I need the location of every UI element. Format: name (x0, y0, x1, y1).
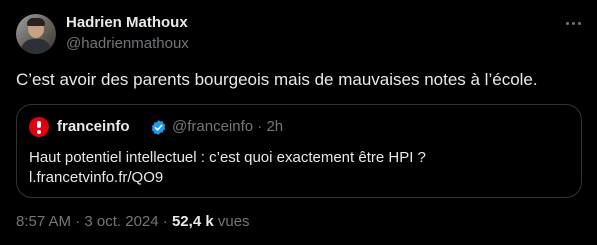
verified-badge-icon (151, 120, 166, 135)
quoted-text: Haut potentiel intellectuel : c’est quoi… (29, 149, 426, 166)
footer-separator: · (162, 213, 168, 230)
tweet-text: C’est avoir des parents bourgeois mais d… (16, 70, 538, 89)
author-handle[interactable]: @hadrienmathoux (66, 35, 189, 53)
quoted-meta: @franceinfo · 2h (172, 118, 283, 136)
footer-separator: · (75, 213, 81, 230)
exclamation-icon (37, 121, 41, 134)
more-dot (571, 21, 575, 25)
avatar[interactable] (16, 14, 56, 54)
tweet-time[interactable]: 8:57 AM (16, 213, 71, 230)
tweet: Hadrien Mathoux @hadrienmathoux C’est av… (0, 0, 597, 245)
more-dot (565, 21, 569, 25)
meta-separator: · (257, 118, 263, 135)
more-icon[interactable] (562, 12, 584, 34)
tweet-footer: 8:57 AM · 3 oct. 2024 · 52,4 k vues (16, 213, 250, 231)
views-label: vues (217, 213, 250, 230)
author-name[interactable]: Hadrien Mathoux (66, 14, 188, 32)
quoted-time[interactable]: 2h (266, 118, 283, 135)
franceinfo-logo-icon (29, 117, 49, 137)
quoted-handle[interactable]: @franceinfo (172, 118, 253, 135)
views-count[interactable]: 52,4 k (172, 213, 214, 230)
avatar-hair (27, 18, 45, 26)
quoted-link[interactable]: l.francetvinfo.fr/QO9 (29, 168, 163, 188)
quoted-author-name[interactable]: franceinfo (57, 118, 130, 136)
quoted-tweet[interactable]: franceinfo @franceinfo · 2h Haut potenti… (16, 104, 582, 198)
tweet-date[interactable]: 3 oct. 2024 (84, 213, 158, 230)
avatar-body (21, 39, 51, 54)
more-dot (577, 21, 581, 25)
